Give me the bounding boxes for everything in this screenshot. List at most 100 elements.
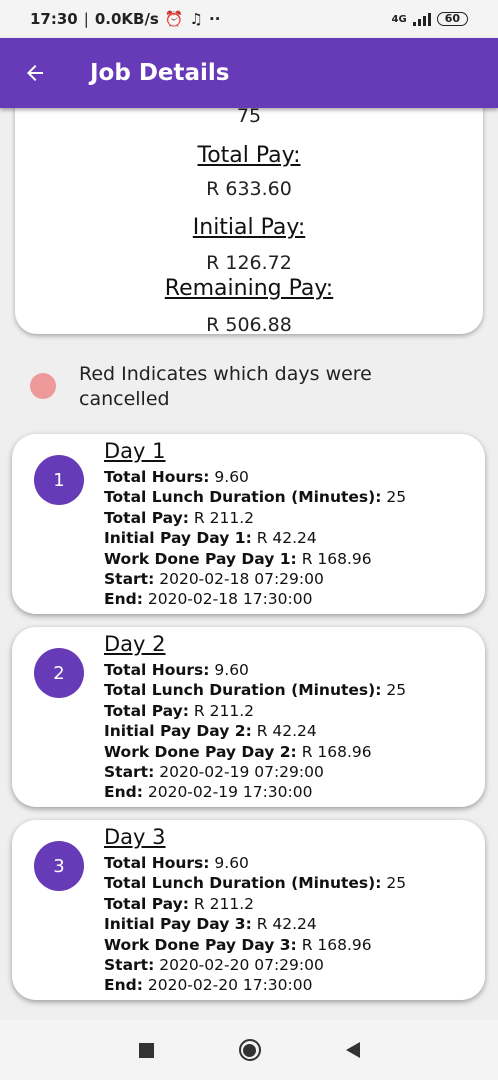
- lunch-row: Total Lunch Duration (Minutes): 25: [104, 680, 406, 700]
- lunch-row: Total Lunch Duration (Minutes): 25: [104, 873, 406, 893]
- start-row: Start: 2020-02-18 07:29:00: [104, 569, 406, 589]
- remaining-pay-value: R 506.88: [206, 314, 292, 334]
- total-hours-row: Total Hours: 9.60: [104, 660, 406, 680]
- total-hours-label: Total Hours:: [104, 854, 210, 872]
- end-value: 2020-02-18 17:30:00: [147, 590, 313, 609]
- red-indicator-dot: [30, 373, 56, 399]
- initial-pay-row: Initial Pay Day 2: R 42.24: [104, 721, 406, 741]
- work-pay-row: Work Done Pay Day 3: R 168.96: [104, 935, 406, 955]
- home-icon: [243, 1043, 256, 1057]
- total-pay-label: Total Pay:: [104, 894, 189, 913]
- day-details: Total Hours: 9.60 Total Lunch Duration (…: [104, 660, 406, 803]
- arrow-left-icon: [27, 65, 43, 81]
- work-pay-row: Work Done Pay Day 2: R 168.96: [104, 742, 406, 762]
- initial-pay-heading: Initial Pay:: [192, 215, 306, 240]
- total-hours-value: 9.60: [214, 661, 249, 679]
- lunch-row: Total Lunch Duration (Minutes): 25: [104, 487, 406, 507]
- day-title: Day 3: [104, 825, 166, 849]
- music-icon: ♫: [189, 10, 203, 28]
- start-row: Start: 2020-02-20 07:29:00: [104, 955, 406, 975]
- total-pay-label: Total Pay:: [104, 508, 189, 527]
- summary-top-value: 75: [236, 105, 262, 127]
- status-right: 4G 60: [392, 12, 468, 26]
- initial-pay-value: R 42.24: [256, 529, 317, 548]
- day-card-3[interactable]: 3 Day 3 Total Hours: 9.60 Total Lunch Du…: [12, 820, 485, 1000]
- start-label: Start:: [104, 763, 155, 782]
- total-hours-label: Total Hours:: [104, 661, 210, 679]
- work-pay-label: Work Done Pay Day 3:: [104, 935, 297, 954]
- total-hours-label: Total Hours:: [104, 468, 210, 486]
- app-bar: Job Details: [0, 38, 498, 108]
- lunch-value: 25: [386, 874, 407, 893]
- work-pay-row: Work Done Pay Day 1: R 168.96: [104, 549, 406, 569]
- total-hours-value: 9.60: [214, 854, 249, 872]
- lunch-value: 25: [386, 488, 407, 507]
- start-value: 2020-02-19 07:29:00: [159, 763, 324, 782]
- total-pay-label: Total Pay:: [104, 701, 189, 720]
- end-label: End:: [104, 976, 143, 995]
- end-row: End: 2020-02-19 17:30:00: [104, 782, 406, 802]
- lunch-label: Total Lunch Duration (Minutes):: [104, 874, 382, 893]
- day-card-1[interactable]: 1 Day 1 Total Hours: 9.60 Total Lunch Du…: [12, 434, 485, 614]
- start-label: Start:: [104, 956, 155, 975]
- total-pay-value: R 211.2: [193, 894, 254, 913]
- initial-pay-row: Initial Pay Day 1: R 42.24: [104, 528, 406, 548]
- status-dots: ··: [209, 10, 221, 28]
- signal-icon: [412, 12, 431, 26]
- lunch-label: Total Lunch Duration (Minutes):: [104, 681, 382, 700]
- initial-pay-row: Initial Pay Day 3: R 42.24: [104, 914, 406, 934]
- initial-pay-value: R 42.24: [256, 915, 317, 934]
- end-label: End:: [104, 783, 143, 802]
- network-type: 4G: [391, 13, 407, 25]
- end-label: End:: [104, 590, 143, 609]
- day-number-badge: 2: [34, 648, 84, 698]
- start-value: 2020-02-20 07:29:00: [159, 956, 324, 975]
- day-title: Day 2: [104, 632, 166, 656]
- battery-icon: 60: [436, 12, 468, 26]
- day-number-badge: 3: [34, 841, 84, 891]
- remaining-pay-heading: Remaining Pay:: [164, 276, 334, 301]
- end-row: End: 2020-02-18 17:30:00: [104, 589, 406, 609]
- total-pay-row: Total Pay: R 211.2: [104, 894, 406, 914]
- legend-text: Red Indicates which days were cancelled: [79, 363, 372, 410]
- day-number-badge: 1: [34, 455, 84, 505]
- cancelled-legend: Red Indicates which days were cancelled: [30, 362, 409, 412]
- initial-pay-label: Initial Pay Day 3:: [104, 915, 252, 934]
- total-pay-row: Total Pay: R 211.2: [104, 508, 406, 528]
- day-title: Day 1: [104, 439, 166, 463]
- home-button[interactable]: [238, 1039, 261, 1061]
- initial-pay-value: R 126.72: [206, 252, 292, 274]
- back-nav-button[interactable]: [345, 1042, 360, 1058]
- work-pay-label: Work Done Pay Day 2:: [104, 742, 297, 761]
- total-pay-value: R 211.2: [193, 701, 254, 720]
- recents-button[interactable]: [138, 1042, 154, 1058]
- status-separator: |: [83, 10, 89, 28]
- start-value: 2020-02-18 07:29:00: [159, 570, 324, 589]
- back-button[interactable]: [0, 38, 70, 108]
- total-hours-value: 9.60: [214, 468, 249, 486]
- start-row: Start: 2020-02-19 07:29:00: [104, 762, 406, 782]
- status-left: 17:30 | 0.0KB/s ⏰ ♫ ··: [30, 10, 220, 28]
- day-card-2[interactable]: 2 Day 2 Total Hours: 9.60 Total Lunch Du…: [12, 627, 485, 807]
- initial-pay-value: R 42.24: [256, 722, 317, 741]
- start-label: Start:: [104, 570, 155, 589]
- lunch-value: 25: [386, 681, 407, 700]
- total-hours-row: Total Hours: 9.60: [104, 853, 406, 873]
- work-pay-value: R 168.96: [301, 742, 372, 761]
- day-details: Total Hours: 9.60 Total Lunch Duration (…: [104, 467, 406, 610]
- status-time: 17:30: [30, 10, 78, 28]
- page-title: Job Details: [90, 60, 230, 86]
- lunch-label: Total Lunch Duration (Minutes):: [104, 488, 382, 507]
- end-value: 2020-02-19 17:30:00: [147, 783, 313, 802]
- end-row: End: 2020-02-20 17:30:00: [104, 975, 406, 995]
- summary-card: 75 Total Pay: R 633.60 Initial Pay: R 12…: [15, 96, 483, 334]
- status-bar: 17:30 | 0.0KB/s ⏰ ♫ ·· 4G 60: [0, 0, 498, 38]
- total-pay-value: R 633.60: [206, 178, 292, 200]
- total-pay-row: Total Pay: R 211.2: [104, 701, 406, 721]
- work-pay-value: R 168.96: [301, 549, 372, 568]
- total-pay-value: R 211.2: [193, 508, 254, 527]
- alarm-icon: ⏰: [164, 10, 184, 28]
- day-details: Total Hours: 9.60 Total Lunch Duration (…: [104, 853, 406, 996]
- initial-pay-label: Initial Pay Day 1:: [104, 529, 252, 548]
- total-hours-row: Total Hours: 9.60: [104, 467, 406, 487]
